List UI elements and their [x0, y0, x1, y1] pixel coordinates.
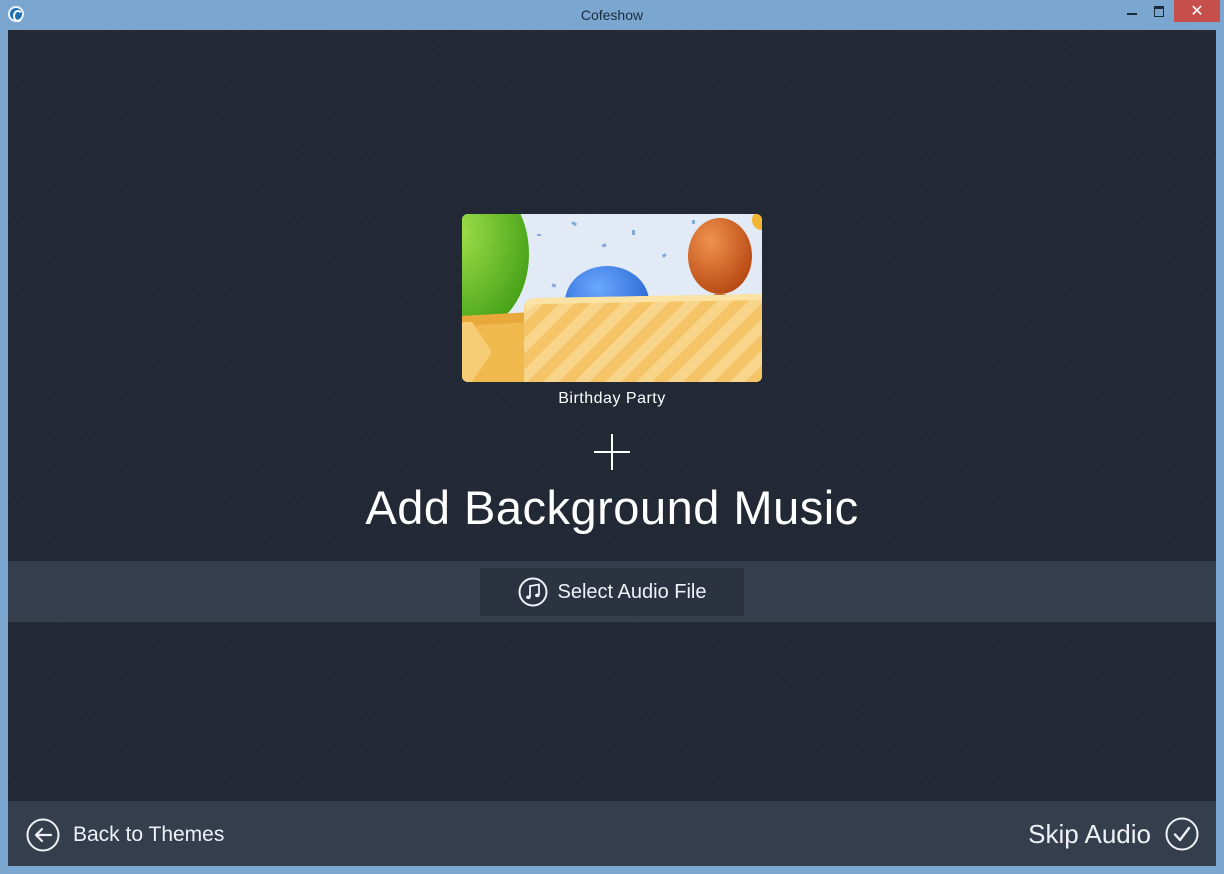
main-content: Birthday Party Add Background Music Sele…	[8, 30, 1216, 866]
plus-icon[interactable]	[592, 432, 632, 472]
close-icon: ✕	[1190, 3, 1204, 20]
select-audio-file-label: Select Audio File	[557, 580, 707, 603]
theme-name-label: Birthday Party	[558, 390, 666, 407]
window-title: Cofeshow	[580, 7, 644, 23]
title-bar: Cofeshow ✕	[0, 0, 1224, 30]
close-button[interactable]: ✕	[1174, 0, 1220, 22]
skip-audio-button[interactable]: Skip Audio	[1028, 816, 1199, 852]
maximize-icon	[1154, 5, 1164, 17]
birthday-party-illustration	[462, 214, 762, 382]
app-window: Cofeshow ✕ Birthday Party Add Background…	[0, 0, 1224, 874]
select-audio-file-button[interactable]: Select Audio File	[480, 568, 744, 616]
maximize-button[interactable]	[1146, 0, 1172, 22]
music-note-icon	[518, 577, 548, 607]
audio-selection-band: Select Audio File	[8, 561, 1216, 622]
footer-bar: Back to Themes Skip Audio	[8, 801, 1216, 866]
back-to-themes-label: Back to Themes	[73, 823, 225, 846]
page-heading: Add Background Music	[365, 481, 859, 534]
minimize-icon	[1127, 13, 1137, 15]
back-arrow-icon	[26, 818, 60, 852]
skip-audio-label: Skip Audio	[1028, 818, 1151, 849]
back-to-themes-button[interactable]: Back to Themes	[26, 818, 224, 852]
checkmark-icon	[1165, 817, 1199, 851]
theme-thumbnail	[462, 214, 762, 382]
minimize-button[interactable]	[1118, 0, 1146, 22]
